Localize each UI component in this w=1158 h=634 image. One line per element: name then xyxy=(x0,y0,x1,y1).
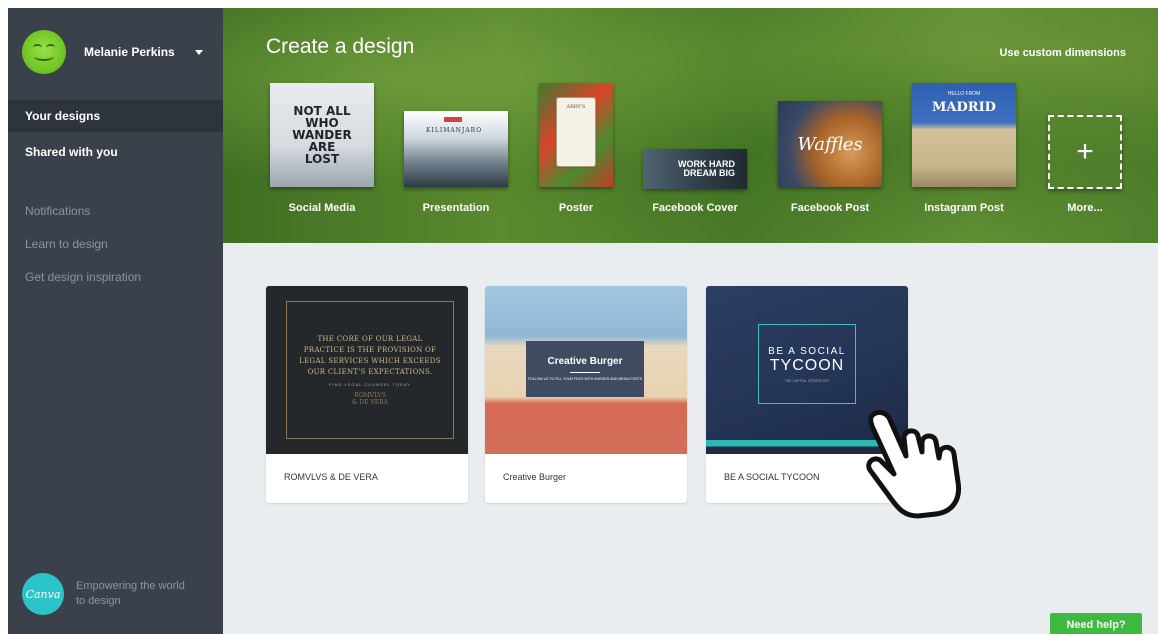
thumbnail-text: Waffles xyxy=(797,133,863,155)
design-type-label: Presentation xyxy=(422,202,490,214)
sidebar: Melanie Perkins Your designs Shared with… xyxy=(8,8,233,634)
user-name: Melanie Perkins xyxy=(84,45,175,59)
preview-subtext: THE CAPITAL STRATEGIST xyxy=(784,378,830,383)
canva-logo[interactable]: Canva xyxy=(22,573,64,615)
sidebar-item-label: Your designs xyxy=(25,109,101,123)
thumbnail-text: NOT ALL WHO WANDER ARE LOST xyxy=(292,104,352,166)
design-type-label: Facebook Cover xyxy=(652,202,738,214)
preview-line-1: BE A SOCIAL xyxy=(768,345,846,357)
custom-dimensions-link[interactable]: Use custom dimensions xyxy=(999,47,1126,59)
design-type-label: More... xyxy=(1067,202,1103,214)
brand-tagline: Empowering the world to design xyxy=(76,580,185,607)
design-type-label: Social Media xyxy=(288,202,356,214)
preview-box: BE A SOCIAL TYCOON THE CAPITAL STRATEGIS… xyxy=(758,324,856,404)
presentation-thumbnail: KILIMANJARO xyxy=(404,111,508,187)
thumbnail-text: KILIMANJARO xyxy=(426,127,483,134)
more-thumbnail: + xyxy=(1048,115,1122,189)
sidebar-item-your-designs[interactable]: Your designs xyxy=(8,100,233,132)
thumbnail-text: DREAM BIG xyxy=(683,168,736,178)
divider xyxy=(570,372,600,373)
sidebar-item-shared-with-you[interactable]: Shared with you xyxy=(8,136,223,168)
preview-subtext: FOLLOW US TO FILL YOUR FEED WITH BURGER … xyxy=(527,377,643,381)
sidebar-item-label: Shared with you xyxy=(25,145,118,159)
chevron-down-icon[interactable] xyxy=(194,49,203,55)
thumbnail-small-text: HELLO FROM xyxy=(947,91,981,97)
design-preview: THE CORE OF OUR LEGAL PRACTICE IS THE PR… xyxy=(266,286,468,454)
plus-icon: + xyxy=(1076,135,1094,168)
sidebar-link-learn-to-design[interactable]: Learn to design xyxy=(25,237,108,251)
need-help-button[interactable]: Need help? xyxy=(1050,613,1142,634)
page-title: Create a design xyxy=(266,35,415,58)
design-title: ROMVLVS & DE VERA xyxy=(284,472,378,482)
design-type-social-media[interactable]: NOT ALL WHO WANDER ARE LOST Social Media xyxy=(270,83,374,214)
design-type-facebook-cover[interactable]: WORK HARD DREAM BIG Facebook Cover xyxy=(643,149,747,214)
design-type-facebook-post[interactable]: Waffles Facebook Post xyxy=(778,101,882,214)
designs-grid: THE CORE OF OUR LEGAL PRACTICE IS THE PR… xyxy=(223,243,1158,634)
design-type-label: Instagram Post xyxy=(924,202,1004,214)
design-type-presentation[interactable]: KILIMANJARO Presentation xyxy=(404,111,508,214)
facebook-cover-thumbnail: WORK HARD DREAM BIG xyxy=(643,149,747,189)
user-menu[interactable]: Melanie Perkins xyxy=(22,30,217,74)
create-design-banner: Create a design Use custom dimensions NO… xyxy=(223,8,1158,243)
sidebar-link-design-inspiration[interactable]: Get design inspiration xyxy=(25,270,141,284)
preview-firm-name-2: & DE VERA xyxy=(352,399,388,406)
thumbnail-tag xyxy=(444,117,462,122)
design-preview: Creative Burger FOLLOW US TO FILL YOUR F… xyxy=(485,286,687,454)
design-card[interactable]: THE CORE OF OUR LEGAL PRACTICE IS THE PR… xyxy=(266,286,468,503)
design-card[interactable]: Creative Burger FOLLOW US TO FILL YOUR F… xyxy=(485,286,687,503)
design-title: Creative Burger xyxy=(503,472,567,482)
design-type-poster[interactable]: ABBY'S Poster xyxy=(539,83,613,214)
social-media-thumbnail: NOT ALL WHO WANDER ARE LOST xyxy=(270,83,374,187)
preview-box: Creative Burger FOLLOW US TO FILL YOUR F… xyxy=(526,341,644,397)
design-title: BE A SOCIAL TYCOON xyxy=(724,472,820,482)
thumbnail-text: ABBY'S xyxy=(566,104,586,110)
poster-thumbnail: ABBY'S xyxy=(539,83,613,187)
instagram-post-thumbnail: HELLO FROM MADRID xyxy=(912,83,1016,187)
preview-firm-name: ROMVLVS xyxy=(354,392,386,399)
brand: Canva Empowering the world to design xyxy=(22,573,186,615)
preview-small-text: FIND LEGAL COUNSEL TODAY xyxy=(329,382,411,387)
sidebar-link-notifications[interactable]: Notifications xyxy=(25,204,90,218)
preview-frame: THE CORE OF OUR LEGAL PRACTICE IS THE PR… xyxy=(286,301,454,439)
preview-line-2: TYCOON xyxy=(769,356,845,374)
facebook-post-thumbnail: Waffles xyxy=(778,101,882,187)
design-type-more[interactable]: + More... xyxy=(1048,115,1122,214)
hand-cursor-icon xyxy=(866,409,962,519)
preview-heading: Creative Burger xyxy=(547,356,623,367)
avatar xyxy=(22,30,66,74)
design-type-label: Poster xyxy=(558,202,594,214)
design-type-label: Facebook Post xyxy=(790,202,870,214)
poster-card: ABBY'S xyxy=(556,97,596,167)
design-type-instagram-post[interactable]: HELLO FROM MADRID Instagram Post xyxy=(912,83,1016,214)
thumbnail-text: MADRID xyxy=(932,100,996,115)
preview-quote: THE CORE OF OUR LEGAL PRACTICE IS THE PR… xyxy=(299,335,441,376)
